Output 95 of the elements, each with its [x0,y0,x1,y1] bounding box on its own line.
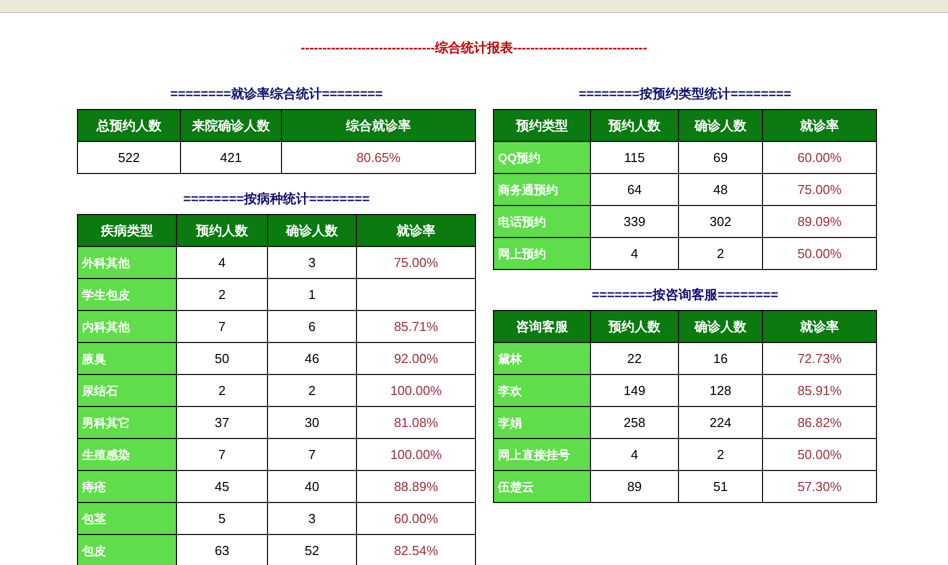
table-cell: 89 [590,470,678,502]
column-header: 预约人数 [590,110,678,142]
table-cell: 149 [590,374,678,406]
table-cell: 75.00% [762,174,876,206]
column-header: 就诊率 [356,214,476,246]
section-title: ========按预约类型统计======== [578,85,792,103]
table-cell: 3 [268,246,356,278]
section-title: ========就诊率综合统计======== [169,85,384,103]
table-cell: 80.65% [282,142,476,174]
section-title: ========按病种统计======== [182,190,371,208]
row-label: 伍楚云 [494,470,590,502]
column-header: 预约类型 [494,110,590,142]
row-label: 内科其他 [78,310,176,342]
table-cell: 46 [268,342,356,374]
row-label: QQ预约 [494,142,590,174]
table-cell: 339 [590,206,678,238]
table-cell: 115 [590,142,678,174]
column-header: 就诊率 [762,110,876,142]
table-cell: 89.09% [762,206,876,238]
row-label: 包茎 [78,502,176,534]
table-cell: 48 [678,174,762,206]
table-cell: 258 [590,406,678,438]
table-cell: 3 [268,502,356,534]
table-cell: 128 [678,374,762,406]
table-cell: 50.00% [762,438,876,470]
row-label: 生殖感染 [78,438,176,470]
row-label: 腋臭 [78,342,176,374]
row-label: 李欢 [494,374,590,406]
table-cell: 86.82% [762,406,876,438]
table-cell: 72.73% [762,342,876,374]
table-cell: 5 [176,502,268,534]
table-cell: 85.71% [356,310,476,342]
table-cell: 40 [268,470,356,502]
table-cell: 4 [176,246,268,278]
column-header: 预约人数 [590,310,678,342]
table-cell: 60.00% [762,142,876,174]
row-label: 包皮 [78,534,176,565]
row-label: 痔疮 [78,470,176,502]
column-header: 咨询客服 [494,310,590,342]
table-cell: 4 [590,238,678,270]
table-cell: 7 [176,310,268,342]
table-cell: 50.00% [762,238,876,270]
column-header: 就诊率 [762,310,876,342]
row-label: 尿结石 [78,374,176,406]
table-cell: 7 [176,438,268,470]
column-header: 总预约人数 [78,110,180,142]
table-cell: 75.00% [356,246,476,278]
table-cell: 57.30% [762,470,876,502]
row-label: 网上直接挂号 [494,438,590,470]
table-cell: 81.08% [356,406,476,438]
table-cell: 60.00% [356,502,476,534]
row-label: 外科其他 [78,246,176,278]
table-cell: 2 [678,438,762,470]
table-cell: 51 [678,470,762,502]
section-title: ========按咨询客服======== [590,286,780,304]
row-label: 电话预约 [494,206,590,238]
row-label: 网上预约 [494,238,590,270]
column-header: 综合就诊率 [282,110,476,142]
table-cell: 302 [678,206,762,238]
table-cell: 224 [678,406,762,438]
table-cell: 7 [268,438,356,470]
table-cell: 6 [268,310,356,342]
table-cell: 522 [78,142,180,174]
table-cell: 100.00% [356,374,476,406]
table-cell: 92.00% [356,342,476,374]
column-header: 确诊人数 [678,110,762,142]
table-cell: 37 [176,406,268,438]
table-cell: 64 [590,174,678,206]
table-cell: 88.89% [356,470,476,502]
table-cell: 22 [590,342,678,374]
table-cell: 2 [678,238,762,270]
column-header: 确诊人数 [678,310,762,342]
table-cell: 85.91% [762,374,876,406]
column-header: 来院确诊人数 [180,110,282,142]
table-cell: 30 [268,406,356,438]
table-cell: 16 [678,342,762,374]
column-header: 预约人数 [176,214,268,246]
row-label: 商务通预约 [494,174,590,206]
column-header: 确诊人数 [268,214,356,246]
table-cell: 4 [590,438,678,470]
table-cell: 45 [176,470,268,502]
row-label: 李娟 [494,406,590,438]
table-cell: 100.00% [356,438,476,470]
column-header: 疾病类型 [78,214,176,246]
table-cell: 2 [176,374,268,406]
row-label: 男科其它 [78,406,176,438]
table-cell: 1 [268,278,356,310]
table-cell: 2 [176,278,268,310]
table-cell: 2 [268,374,356,406]
row-label: 学生包皮 [78,278,176,310]
table-cell: 421 [180,142,282,174]
row-label: 黛林 [494,342,590,374]
report-title: -------------------------------综合统计报表------------------------------- [300,39,648,58]
table-cell: 69 [678,142,762,174]
table-cell: 50 [176,342,268,374]
